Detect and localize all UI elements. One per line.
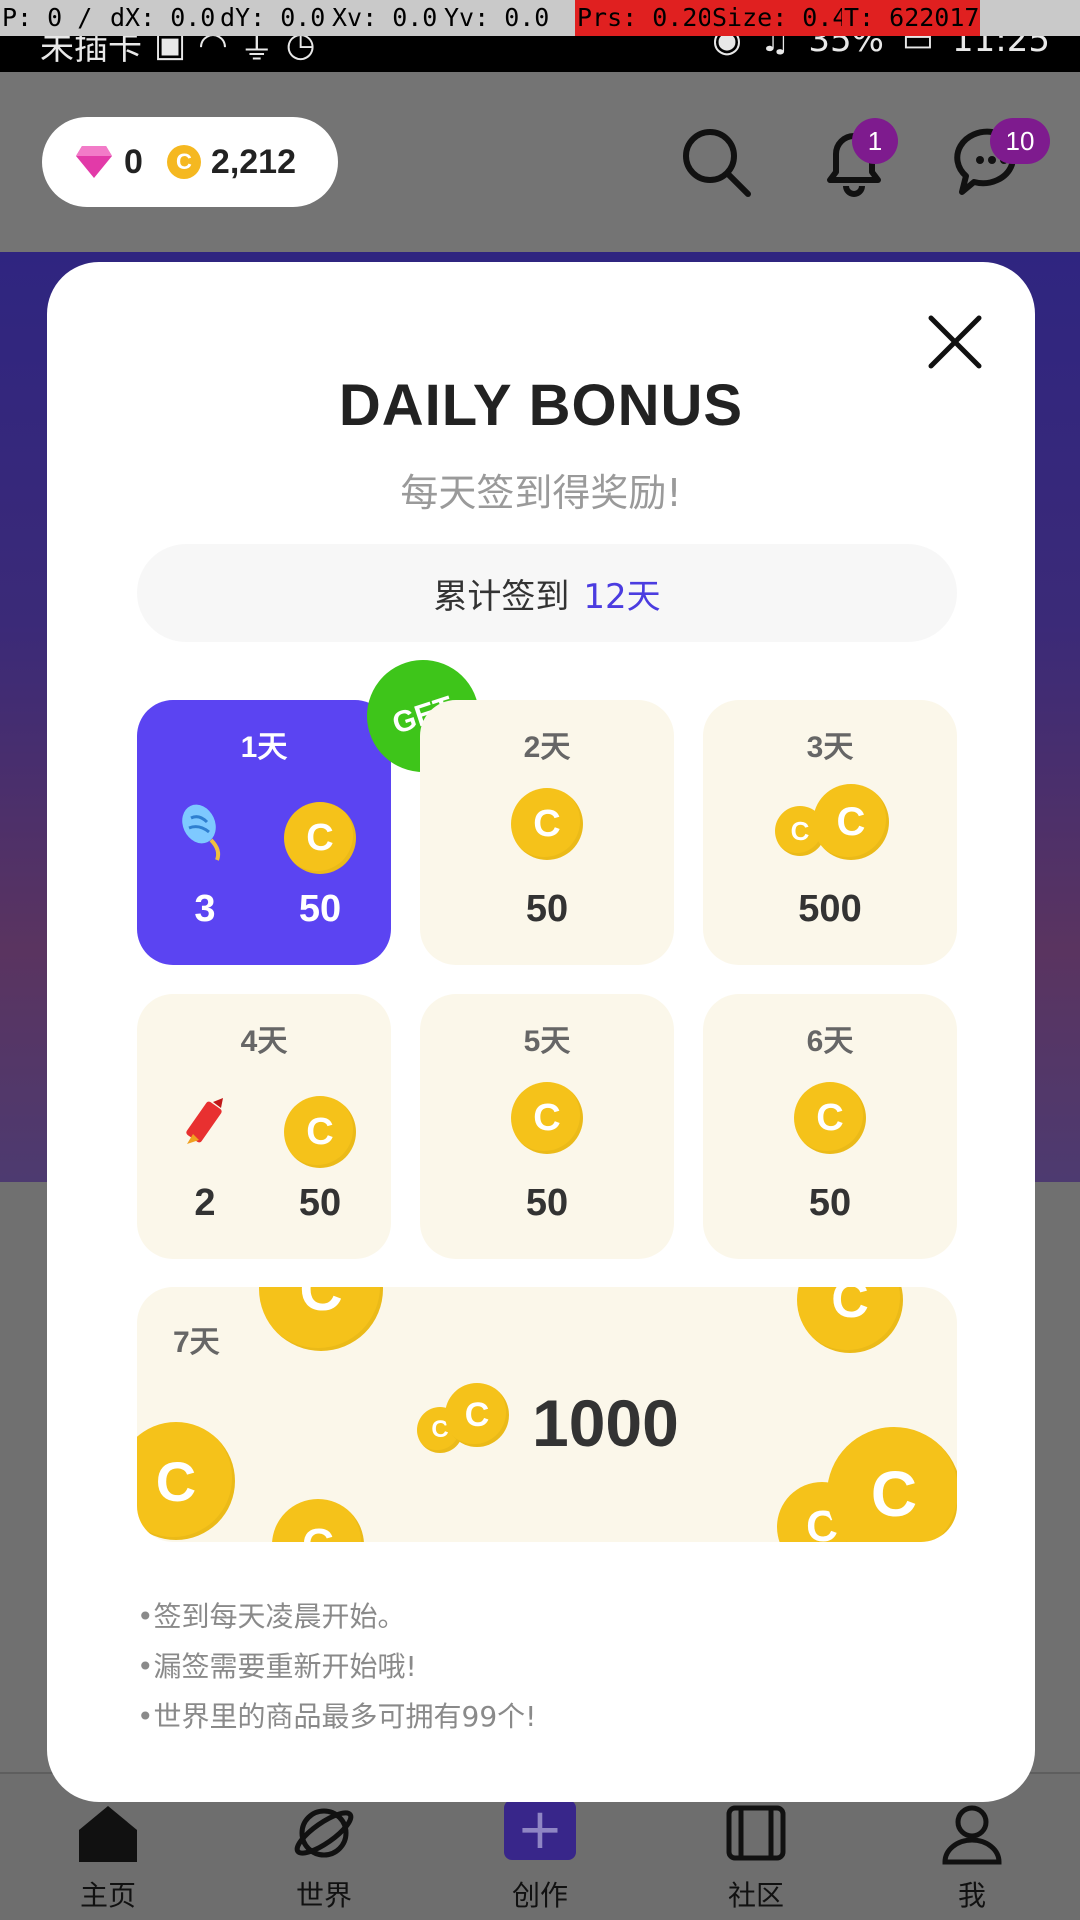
debug-time: T: 622017	[842, 0, 980, 36]
coin-amount: 50	[808, 1182, 852, 1224]
item-count: 2	[194, 1182, 216, 1224]
coin-amount: 50	[525, 888, 569, 930]
coin-amount: 50	[298, 1182, 342, 1224]
daily-bonus-modal: DAILY BONUS 每天签到得奖励! 累计签到 12天 1天 C 3 50 …	[47, 262, 1035, 1802]
coin-icon: C	[797, 1287, 903, 1353]
debug-pointer: P: 0 / 1	[2, 3, 108, 32]
coin-icon: C	[813, 784, 889, 860]
debug-yv: Yv: 0.0	[444, 3, 550, 32]
note-item: •漏签需要重新开始哦!	[137, 1650, 417, 1683]
coin-amount: 1000	[532, 1386, 679, 1460]
item-count: 3	[194, 888, 216, 930]
day-card-3[interactable]: 3天 C C 500	[703, 700, 957, 965]
coin-icon: C	[284, 802, 356, 874]
coin-icon: C	[794, 1082, 866, 1154]
day-card-1[interactable]: 1天 C 3 50	[137, 700, 391, 965]
day-label: 5天	[523, 1025, 571, 1058]
day-label: 2天	[523, 731, 571, 764]
coin-icon: C	[511, 1082, 583, 1154]
coin-icon: C	[511, 788, 583, 860]
debug-dx: dX: 0.0	[110, 3, 216, 32]
modal-title: DAILY BONUS	[338, 373, 744, 438]
coin-icon: C	[827, 1427, 957, 1542]
party-popper-icon	[182, 804, 221, 861]
day-label: 4天	[240, 1025, 288, 1058]
debug-xv: Xv: 0.0	[332, 3, 438, 32]
day-card-4[interactable]: 4天 C 2 50	[137, 994, 391, 1259]
coin-icon: C	[445, 1383, 509, 1447]
day-label: 6天	[806, 1025, 854, 1058]
streak-value: 12天	[583, 576, 661, 617]
modal-subtitle: 每天签到得奖励!	[400, 471, 682, 515]
streak-counter: 累计签到 12天	[137, 544, 957, 642]
note-item: •签到每天凌晨开始。	[137, 1600, 406, 1633]
coin-icon: C	[259, 1287, 383, 1351]
coin-icon: C	[137, 1422, 235, 1540]
coin-amount: 500	[798, 888, 862, 930]
rocket-icon	[186, 1098, 223, 1144]
streak-label: 累计签到	[433, 576, 570, 617]
debug-pressure: Prs: 0.20	[575, 0, 710, 36]
debug-dy: dY: 0.0	[220, 3, 326, 32]
debug-size: Size: 0.40	[710, 0, 842, 36]
day-card-5[interactable]: 5天 C 50	[420, 994, 674, 1259]
day-card-6[interactable]: 6天 C 50	[703, 994, 957, 1259]
day-label: 3天	[806, 731, 854, 764]
rules-notes: •签到每天凌晨开始。 •漏签需要重新开始哦! •世界里的商品最多可拥有99个!	[137, 1592, 536, 1742]
day-label: 1天	[240, 731, 288, 764]
debug-overlay: P: 0 / 1 dX: 0.0 dY: 0.0 Xv: 0.0 Yv: 0.0…	[0, 0, 1080, 36]
coin-amount: 50	[525, 1182, 569, 1224]
coin-icon: C	[284, 1096, 356, 1168]
day-card-7[interactable]: C C C C C C 7天 C C 1000	[137, 1287, 957, 1542]
close-icon[interactable]	[927, 314, 983, 370]
day-card-2[interactable]: 2天 C 50	[420, 700, 674, 965]
status-bar: 未插卡 ▣ ◠ ⏚ ◷ ◉ ♫ 35% ▭ 11:25 P: 0 / 1 dX:…	[0, 0, 1080, 72]
coin-icon: C	[272, 1499, 364, 1542]
coin-amount: 50	[298, 888, 342, 930]
day-label: 7天	[173, 1326, 220, 1359]
note-item: •世界里的商品最多可拥有99个!	[137, 1700, 537, 1733]
